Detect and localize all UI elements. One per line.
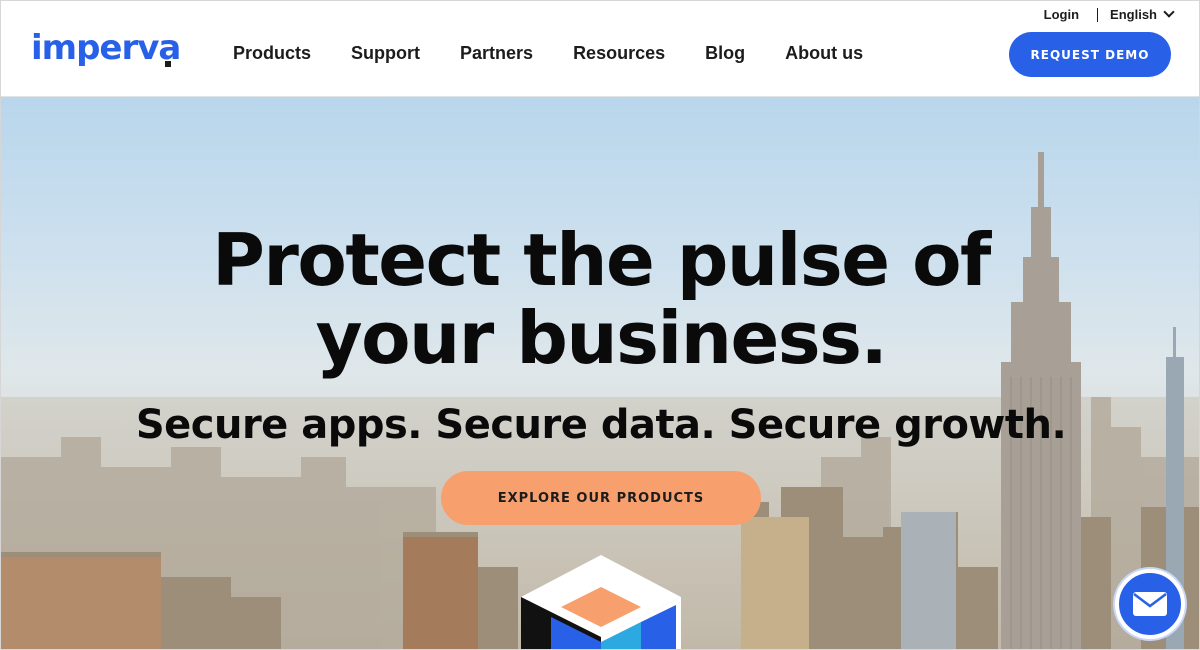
explore-products-button[interactable]: EXPLORE OUR PRODUCTS (441, 471, 761, 525)
language-selector[interactable]: English (1110, 6, 1175, 22)
envelope-icon (1133, 592, 1167, 616)
utility-bar: Login English (1044, 6, 1175, 22)
hero-subtitle: Secure apps. Secure data. Secure growth. (135, 402, 1067, 448)
hero-title: Protect the pulse of your business. (212, 218, 991, 380)
hero-section: Protect the pulse of your business. Secu… (1, 97, 1199, 649)
main-nav: Products Support Partners Resources Blog… (213, 41, 883, 65)
logo-dot (165, 61, 171, 67)
chevron-down-icon (1163, 6, 1175, 18)
nav-item-about-us[interactable]: About us (765, 41, 883, 65)
chat-button[interactable] (1115, 569, 1185, 639)
language-label: English (1110, 7, 1157, 22)
site-header: imperva Products Support Partners Resour… (1, 1, 1199, 97)
imperva-logo[interactable]: imperva (31, 28, 181, 68)
nav-item-support[interactable]: Support (331, 41, 440, 65)
nav-item-resources[interactable]: Resources (553, 41, 685, 65)
request-demo-button[interactable]: REQUEST DEMO (1009, 32, 1171, 77)
nav-item-blog[interactable]: Blog (685, 41, 765, 65)
utility-divider (1097, 7, 1099, 22)
page: imperva Products Support Partners Resour… (0, 0, 1200, 650)
nav-item-products[interactable]: Products (213, 41, 331, 65)
login-link[interactable]: Login (1044, 7, 1097, 22)
nav-item-partners[interactable]: Partners (440, 41, 553, 65)
